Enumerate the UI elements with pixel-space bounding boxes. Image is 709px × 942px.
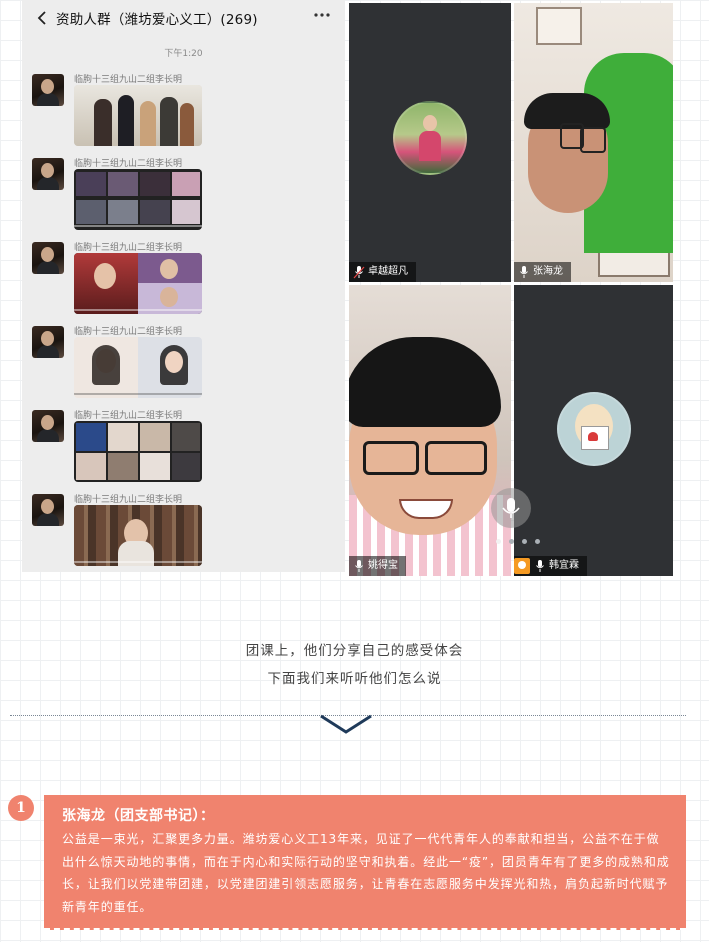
participant-name: 张海龙 [533,266,563,277]
video-thumbnail[interactable] [74,337,202,398]
sender-name: 临朐十三组九山二组李长明 [74,243,183,253]
sender-name: 临朐十三组九山二组李长明 [74,159,183,169]
avatar [393,101,467,175]
speaker-title: 张海龙（团支部书记）： [62,808,215,824]
participant-name-tag: 韩宜霖 [514,556,587,576]
section-number-badge: 1 [8,795,34,821]
video-tile[interactable]: 卓越超凡 [349,3,511,282]
chat-message: 临朐十三组九山二组李长明 [22,72,345,152]
mic-icon [353,559,365,573]
mic-icon [353,265,365,279]
chat-screenshot: 资助人群（潍坊爱心义工）(269) 下午1:20 临朐十三组九山二组李长明 临朐… [22,0,345,572]
mic-icon [518,265,530,279]
sender-name: 临朐十三组九山二组李长明 [74,411,183,421]
participant-name: 卓越超凡 [368,266,408,277]
avatar[interactable] [32,326,64,358]
mic-icon [534,559,546,573]
sender-name: 临朐十三组九山二组李长明 [74,327,183,337]
chat-message: 临朐十三组九山二组李长明 [22,492,345,572]
video-thumbnail[interactable] [74,421,202,482]
participant-name: 姚得宝 [368,560,398,571]
dashed-border [44,928,686,930]
avatar[interactable] [32,494,64,526]
floating-mic-button[interactable] [491,488,531,528]
video-thumbnail[interactable] [74,169,202,230]
video-tile[interactable]: 姚得宝 [349,285,511,576]
chevron-left-icon[interactable] [34,9,52,27]
video-thumbnail[interactable] [74,253,202,314]
page-indicator [496,539,546,545]
caption-line-1: 团课上，他们分享自己的感受体会 [245,643,464,659]
sender-name: 临朐十三组九山二组李长明 [74,75,183,85]
chat-message: 临朐十三组九山二组李长明 [22,156,345,236]
video-thumbnail[interactable] [74,505,202,566]
avatar [557,392,631,466]
page-dot[interactable] [535,539,540,544]
page-dot[interactable] [496,539,501,544]
avatar[interactable] [32,242,64,274]
caption-line-2: 下面我们来听听他们怎么说 [267,671,442,687]
chat-title: 资助人群（潍坊爱心义工）(269) [56,12,258,28]
avatar[interactable] [32,410,64,442]
participant-name-tag: 姚得宝 [349,556,406,576]
chat-message: 临朐十三组九山二组李长明 [22,408,345,488]
quote-box: 张海龙（团支部书记）： 公益是一束光，汇聚更多力量。潍坊爱心义工13年来，见证了… [44,795,686,930]
chevron-down-icon [317,712,375,738]
avatar[interactable] [32,74,64,106]
quote-body: 公益是一束光，汇聚更多力量。潍坊爱心义工13年来，见证了一代代青年人的奉献和担当… [62,832,670,914]
more-dots-icon[interactable] [313,6,331,28]
page-dot[interactable] [522,539,527,544]
host-icon [514,558,530,574]
video-thumbnail[interactable] [74,85,202,146]
participant-name-tag: 张海龙 [514,262,571,282]
participant-name-tag: 卓越超凡 [349,262,416,282]
chat-message: 临朐十三组九山二组李长明 [22,324,345,404]
avatar[interactable] [32,158,64,190]
video-tile[interactable]: 韩宜霖 [514,285,673,576]
chat-header: 资助人群（潍坊爱心义工）(269) [22,0,345,36]
video-tile[interactable]: 张海龙 [514,3,673,282]
chat-timestamp: 下午1:20 [164,49,203,59]
sender-name: 临朐十三组九山二组李长明 [74,495,183,505]
page-dot[interactable] [509,539,514,544]
participant-name: 韩宜霖 [549,560,579,571]
chat-message: 临朐十三组九山二组李长明 [22,240,345,320]
